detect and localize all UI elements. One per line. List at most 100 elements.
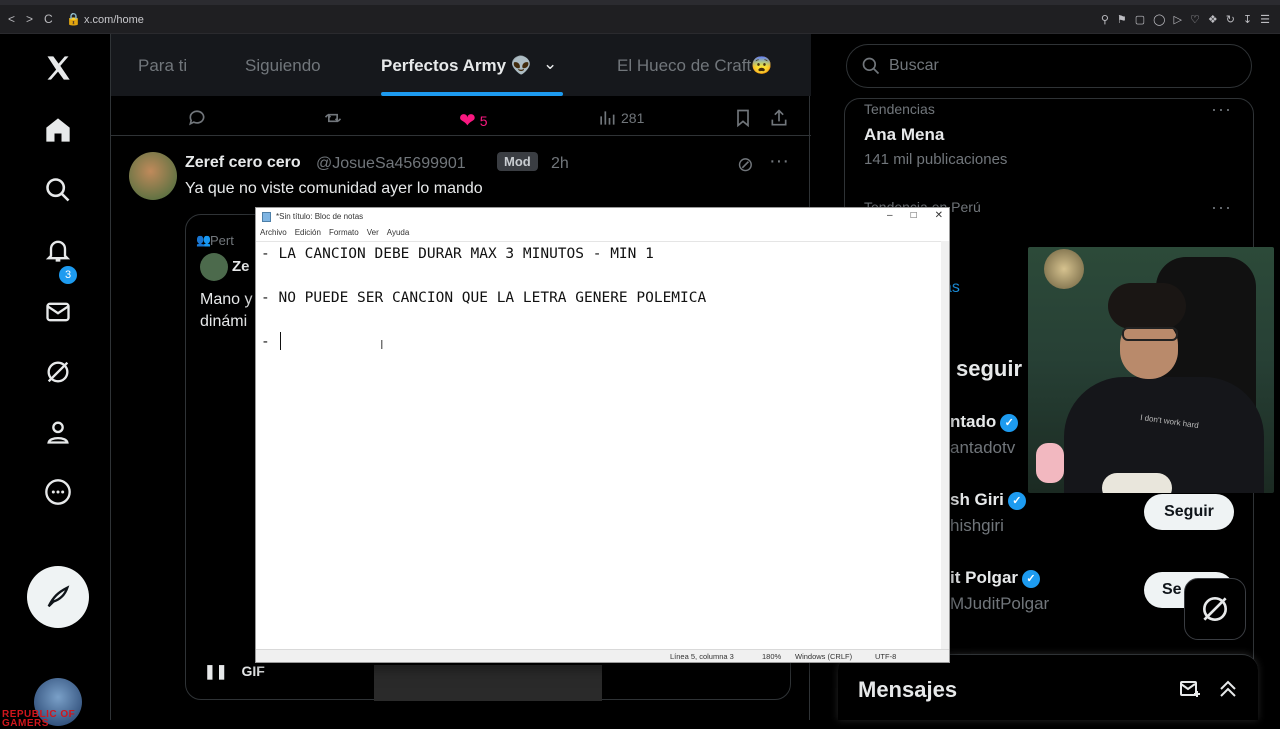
tweet-author-avatar[interactable] xyxy=(129,152,177,200)
share-icon[interactable] xyxy=(769,108,789,128)
tweet-text: Ya que no viste comunidad ayer lo mando xyxy=(185,180,483,197)
tab-siguiendo[interactable]: Siguiendo xyxy=(245,56,321,76)
verified-badge-icon: ✓ xyxy=(1022,569,1041,588)
menu-icon[interactable]: ☰ xyxy=(1260,13,1270,26)
text-line-3: - NO PUEDE SER CANCION QUE LA LETRA GENE… xyxy=(261,290,707,306)
chevron-down-icon[interactable]: ⌄ xyxy=(543,54,557,74)
reply-icon[interactable] xyxy=(187,108,207,128)
tweet-timestamp[interactable]: 2h xyxy=(551,155,569,173)
bookmark-icon[interactable]: ▢ xyxy=(1135,13,1145,26)
menu-archivo[interactable]: Archivo xyxy=(256,228,291,241)
notepad-title: *Sin título: Bloc de notas xyxy=(276,212,364,221)
new-message-icon[interactable] xyxy=(1178,677,1202,701)
like-count: 5 xyxy=(479,112,488,129)
grok-icon[interactable] xyxy=(40,354,76,390)
pin-icon[interactable]: ⚑ xyxy=(1117,13,1127,26)
menu-formato[interactable]: Formato xyxy=(325,228,363,241)
tab-para-ti[interactable]: Para ti xyxy=(138,56,187,76)
messages-envelope-icon[interactable] xyxy=(40,294,76,330)
community-icon: 👥 xyxy=(196,233,211,247)
heart-icon: ❤ xyxy=(459,110,476,132)
close-icon[interactable]: ✕ xyxy=(935,210,943,221)
status-zoom: 180% xyxy=(762,652,782,661)
messages-title: Mensajes xyxy=(858,677,958,702)
tweet-author-name[interactable]: Zeref cero cero xyxy=(185,154,301,172)
views-chart-icon xyxy=(600,111,615,125)
tab-perfectos-army[interactable]: Perfectos Army 👽 xyxy=(381,56,532,76)
compose-post-button[interactable] xyxy=(27,566,89,628)
tweet-author-handle[interactable]: @JosueSa45699901 xyxy=(316,155,466,173)
extensions-icon[interactable]: ❖ xyxy=(1208,13,1218,26)
status-cursor-position: Línea 5, columna 3 xyxy=(670,652,734,661)
refresh-icon[interactable]: ↻ xyxy=(1226,13,1235,26)
status-line-ending: Windows (CRLF) xyxy=(795,652,853,661)
bookmark-icon[interactable] xyxy=(733,108,753,128)
quoted-post-text-line2: dinámi xyxy=(200,313,248,330)
suggested-account-name-2[interactable]: sh Giri ✓ xyxy=(950,490,1026,510)
x-logo-icon[interactable] xyxy=(40,50,76,86)
timeline-tabs: Para ti Siguiendo Perfectos Army 👽 ⌄ El … xyxy=(111,34,811,96)
messages-drawer[interactable]: Mensajes xyxy=(838,654,1258,720)
notifications-bell-icon[interactable] xyxy=(40,232,76,268)
ibeam-cursor-icon: Ⅰ xyxy=(380,338,384,352)
pause-icon[interactable]: ❚❚ xyxy=(204,663,227,680)
search-icon xyxy=(862,57,880,75)
forward-button[interactable]: > xyxy=(26,12,33,26)
home-icon[interactable] xyxy=(40,112,76,148)
text-line-1: - LA CANCION DEBE DURAR MAX 3 MINUTOS - … xyxy=(261,246,654,262)
heart-icon[interactable]: ♡ xyxy=(1190,13,1200,26)
reload-button[interactable]: C xyxy=(44,12,53,26)
browser-tab-strip xyxy=(0,0,1280,5)
like-button[interactable]: ❤ 5 xyxy=(459,108,488,133)
search-box[interactable]: Buscar xyxy=(846,44,1252,88)
trend-category: Tendencias xyxy=(864,101,935,117)
who-to-follow-title: seguir xyxy=(956,356,1023,381)
grok-icon[interactable]: ⊘ xyxy=(737,152,754,177)
profile-icon[interactable] xyxy=(40,414,76,450)
trend-more-icon[interactable]: ··· xyxy=(1211,99,1232,120)
quoted-author-name: Ze xyxy=(232,258,250,275)
suggested-account-name-3[interactable]: it Polgar ✓ xyxy=(950,568,1041,588)
menu-edicion[interactable]: Edición xyxy=(291,228,325,241)
messages-drawer-icons xyxy=(1178,677,1240,701)
address-bar[interactable]: x.com/home xyxy=(84,14,144,26)
notepad-app-icon xyxy=(262,212,271,222)
notepad-window[interactable]: *Sin título: Bloc de notas – □ ✕ Archivo… xyxy=(255,207,950,663)
search-placeholder: Buscar xyxy=(889,57,939,74)
repost-icon[interactable] xyxy=(323,108,343,128)
menu-ayuda[interactable]: Ayuda xyxy=(383,228,414,241)
expand-up-icon[interactable] xyxy=(1216,677,1240,701)
gif-media[interactable] xyxy=(374,665,602,701)
notepad-text-area[interactable]: - LA CANCION DEBE DURAR MAX 3 MINUTOS - … xyxy=(256,241,941,649)
gif-label: GIF xyxy=(241,663,265,679)
browser-extension-icons: ⚲ ⚑ ▢ ◯ ▷ ♡ ❖ ↻ ↧ ☰ xyxy=(1101,13,1270,26)
shield-icon[interactable]: ◯ xyxy=(1153,13,1165,26)
views-button[interactable]: 281 xyxy=(597,108,644,128)
menu-ver[interactable]: Ver xyxy=(363,228,383,241)
follow-button[interactable]: Seguir xyxy=(1144,494,1234,530)
grok-icon xyxy=(1203,597,1227,621)
maximize-icon[interactable]: □ xyxy=(911,210,917,221)
download-icon[interactable]: ↧ xyxy=(1243,13,1252,26)
suggested-account-name-1[interactable]: ntado ✓ xyxy=(950,412,1019,432)
search-icon[interactable] xyxy=(40,172,76,208)
webcam-pig-sticker xyxy=(1036,443,1064,483)
tab-el-hueco-de-craft[interactable]: El Hueco de Craft😨 xyxy=(617,56,772,76)
grok-floating-button[interactable] xyxy=(1184,578,1246,640)
notepad-titlebar[interactable]: *Sin título: Bloc de notas – □ ✕ xyxy=(256,208,949,226)
zoom-icon[interactable]: ⚲ xyxy=(1101,13,1109,26)
play-icon[interactable]: ▷ xyxy=(1173,13,1181,26)
quoted-community-label: Pert xyxy=(210,233,234,248)
more-options-icon[interactable] xyxy=(40,474,76,510)
minimize-icon[interactable]: – xyxy=(887,210,893,221)
browser-toolbar: < > C 🔒 x.com/home ⚲ ⚑ ▢ ◯ ▷ ♡ ❖ ↻ ↧ ☰ xyxy=(0,0,1280,34)
back-button[interactable]: < xyxy=(8,12,15,26)
suggested-account-handle-2: hishgiri xyxy=(950,516,1004,535)
notepad-scrollbar[interactable] xyxy=(941,241,949,649)
trend-more-icon-2[interactable]: ··· xyxy=(1211,197,1232,218)
webcam-streamer-hair xyxy=(1108,283,1186,329)
trend-post-count: 141 mil publicaciones xyxy=(864,151,1008,168)
trend-name[interactable]: Ana Mena xyxy=(864,125,944,145)
more-icon[interactable]: ··· xyxy=(769,150,789,173)
text-line-5: - xyxy=(261,334,279,350)
